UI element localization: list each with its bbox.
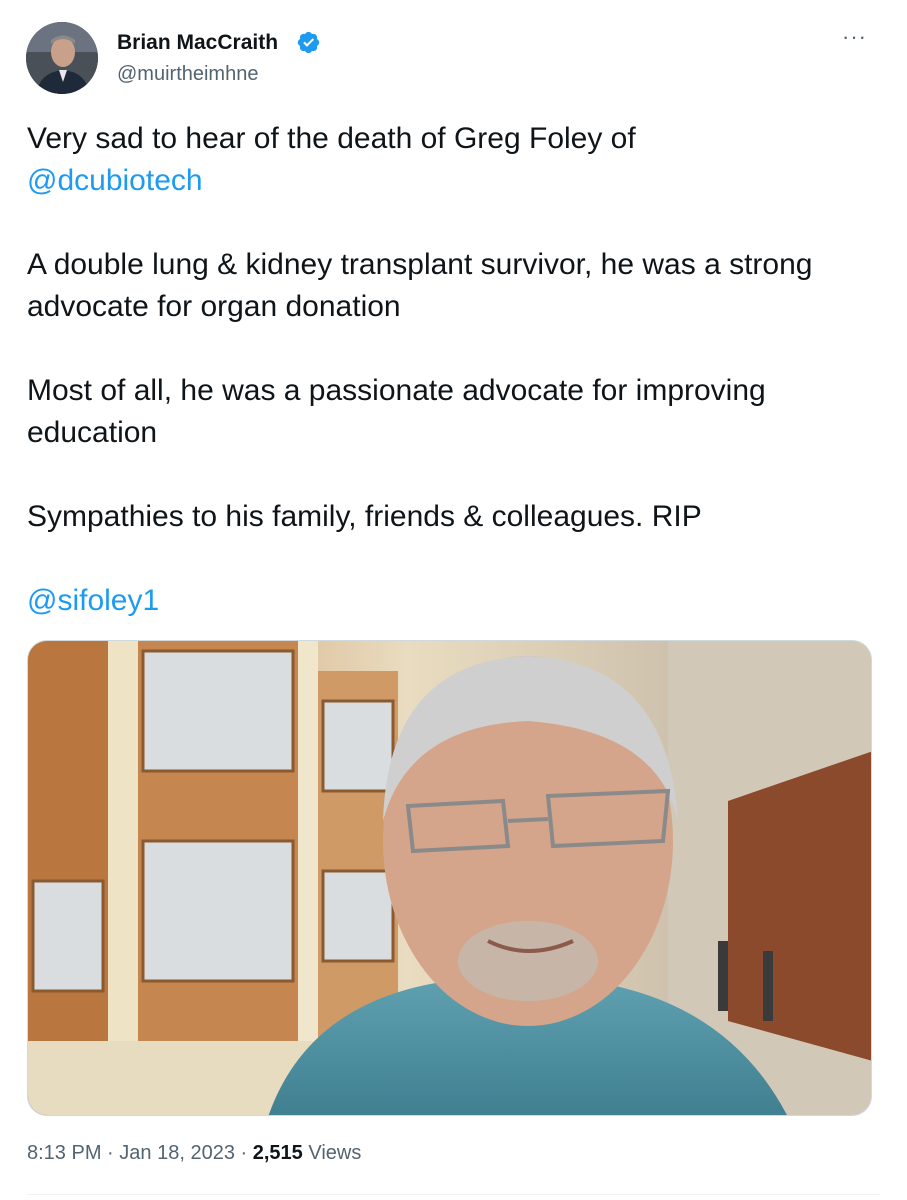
avatar-photo-icon [26, 22, 98, 94]
author-avatar[interactable] [26, 22, 98, 94]
views-count: 2,515 [252, 1142, 303, 1164]
meta-separator: · [240, 1142, 248, 1164]
more-dots-icon: ··· [842, 24, 867, 49]
tweet-photo[interactable] [27, 640, 872, 1116]
tweet-paragraph-2: A double lung & kidney transplant surviv… [27, 248, 813, 323]
tweet-line-1: Very sad to hear of the death of Greg Fo… [27, 122, 636, 155]
tweet-paragraph-3: Most of all, he was a passionate advocat… [27, 374, 766, 449]
author-handle[interactable]: @muirtheimhne [117, 63, 258, 86]
mention-link-sifoley1[interactable]: @sifoley1 [27, 584, 159, 617]
author-name[interactable]: Brian MacCraith [117, 31, 278, 55]
views-label: Views [308, 1142, 362, 1164]
divider [27, 1194, 880, 1195]
tweet-time[interactable]: 8:13 PM [27, 1142, 101, 1164]
tweet-text: Very sad to hear of the death of Greg Fo… [27, 118, 872, 622]
portrait-photo [28, 641, 871, 1115]
mention-link-dcubiotech[interactable]: @dcubiotech [27, 164, 203, 197]
more-options-button[interactable]: ··· [842, 24, 867, 50]
meta-separator: · [107, 1142, 114, 1164]
tweet-date[interactable]: Jan 18, 2023 [119, 1142, 235, 1164]
verified-badge-icon [297, 31, 320, 54]
tweet-meta: 8:13 PM · Jan 18, 2023 · 2,515 Views [27, 1142, 361, 1165]
tweet-paragraph-4: Sympathies to his family, friends & coll… [27, 500, 702, 533]
